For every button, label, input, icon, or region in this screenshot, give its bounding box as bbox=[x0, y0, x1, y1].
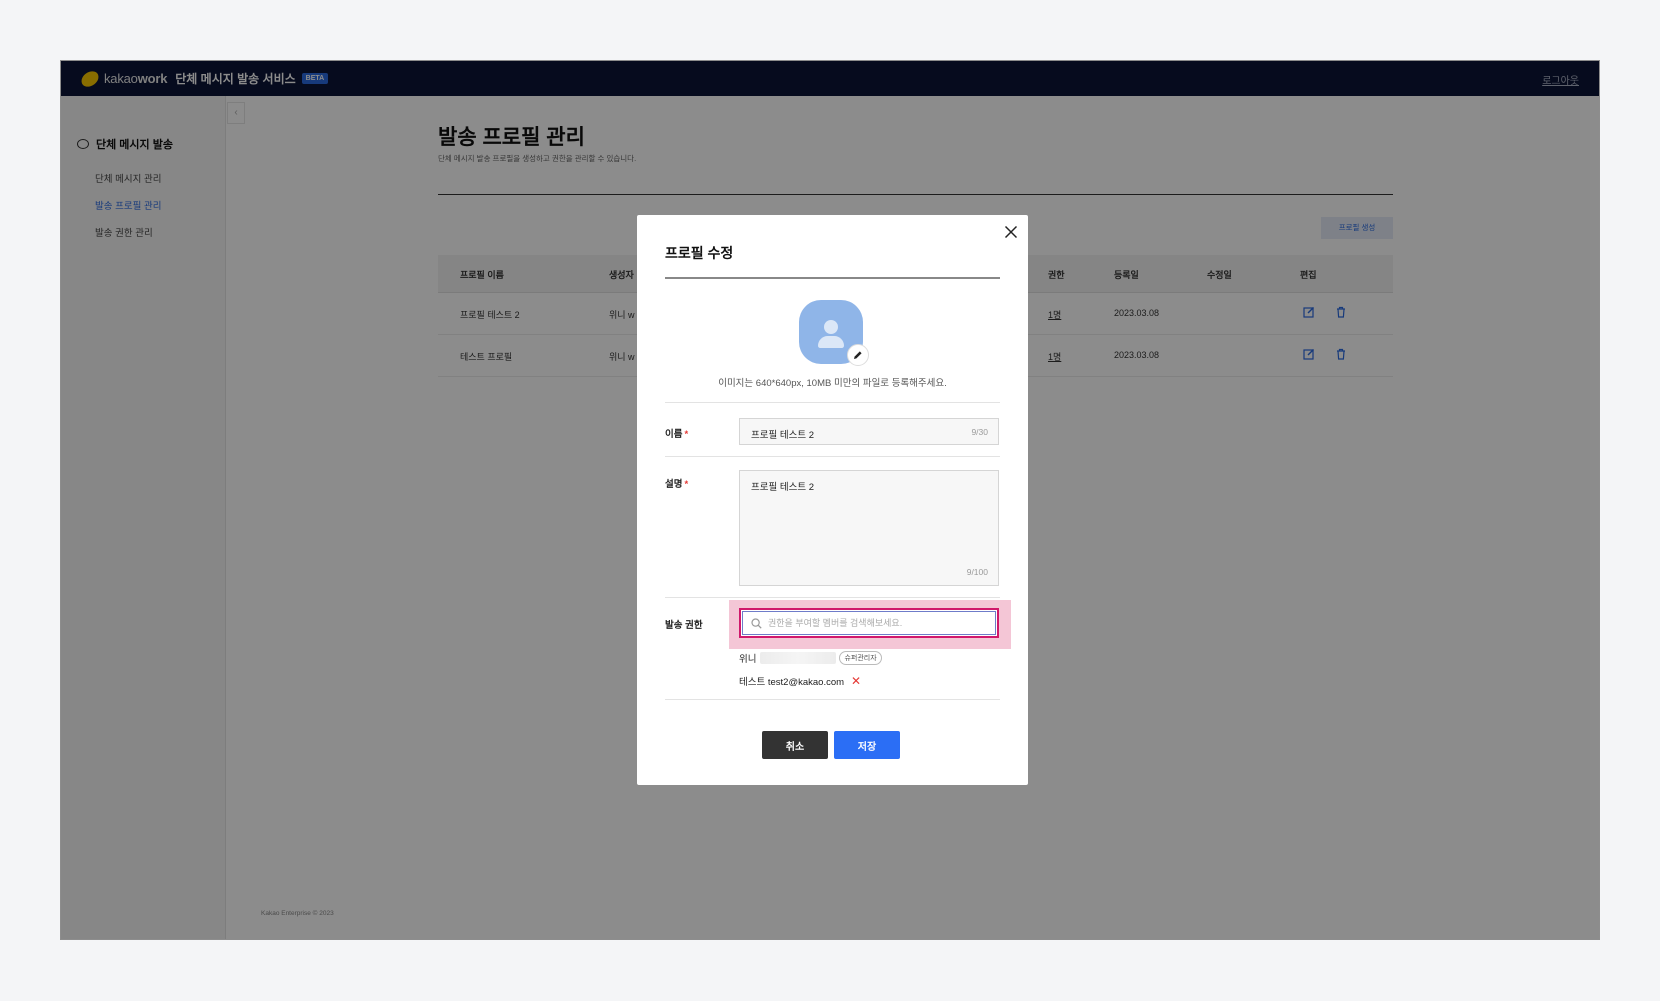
name-field-value: 프로필 테스트 2 bbox=[751, 430, 815, 441]
modal-title-divider bbox=[665, 277, 1000, 279]
section-divider bbox=[665, 402, 1000, 403]
description-label-text: 설명 bbox=[665, 479, 683, 490]
super-admin-badge: 슈퍼관리자 bbox=[839, 651, 882, 665]
member-search-box[interactable] bbox=[739, 608, 999, 638]
remove-member-icon[interactable]: ✕ bbox=[851, 674, 861, 688]
member-item: 위니 슈퍼관리자 bbox=[739, 651, 882, 665]
profile-edit-modal: 프로필 수정 이미지는 640*640px, 10MB 미만의 파일로 등록해주… bbox=[637, 215, 1028, 785]
description-char-counter: 9/100 bbox=[966, 567, 988, 577]
section-divider bbox=[665, 699, 1000, 700]
required-mark: * bbox=[684, 429, 689, 440]
modal-title: 프로필 수정 bbox=[665, 245, 734, 261]
member-name: 위니 bbox=[739, 654, 757, 665]
description-label: 설명 * bbox=[665, 476, 688, 490]
name-field[interactable]: 프로필 테스트 2 9/30 bbox=[739, 418, 999, 445]
blurred-email bbox=[760, 652, 837, 664]
avatar-head bbox=[824, 320, 838, 334]
member-search-input[interactable] bbox=[768, 618, 968, 628]
app-window: kakaowork 단체 메시지 발송 서비스 BETA 로그아웃 단체 메시지… bbox=[60, 60, 1600, 940]
member-item: 테스트 test2@kakao.com ✕ bbox=[739, 674, 861, 688]
search-icon bbox=[751, 617, 762, 629]
permission-label: 발송 권한 bbox=[665, 620, 703, 631]
name-label: 이름 * bbox=[665, 426, 688, 440]
cancel-button[interactable]: 취소 bbox=[762, 731, 828, 759]
close-icon[interactable] bbox=[1004, 225, 1018, 239]
name-char-counter: 9/30 bbox=[971, 427, 988, 437]
avatar-body bbox=[818, 336, 844, 348]
required-mark: * bbox=[684, 479, 689, 490]
section-divider bbox=[665, 456, 1000, 457]
member-search-inner bbox=[742, 611, 996, 635]
save-button[interactable]: 저장 bbox=[834, 731, 900, 759]
image-guideline-text: 이미지는 640*640px, 10MB 미만의 파일로 등록해주세요. bbox=[718, 378, 947, 389]
section-divider bbox=[665, 597, 1000, 598]
avatar-edit-button[interactable] bbox=[847, 344, 869, 366]
description-value: 프로필 테스트 2 bbox=[751, 482, 815, 493]
name-label-text: 이름 bbox=[665, 429, 683, 440]
member-name: 테스트 test2@kakao.com bbox=[739, 677, 845, 688]
description-textarea[interactable]: 프로필 테스트 2 9/100 bbox=[739, 470, 999, 586]
pencil-icon bbox=[854, 351, 862, 359]
